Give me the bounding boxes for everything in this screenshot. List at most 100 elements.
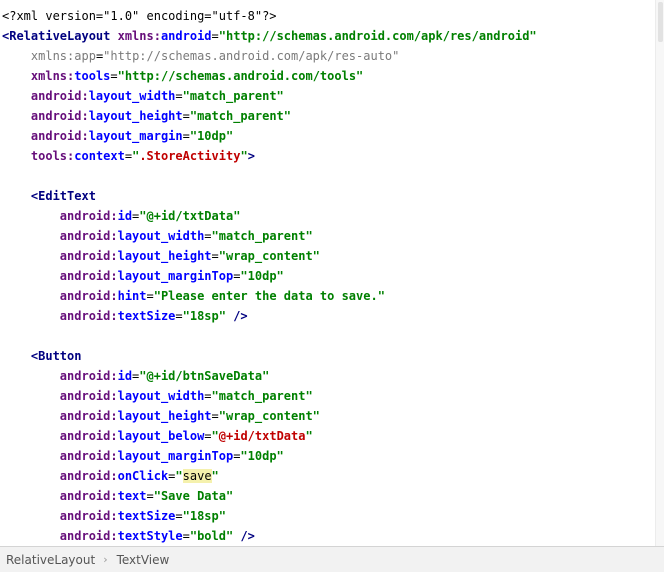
code-line[interactable]: android:textSize="18sp" />: [2, 306, 537, 326]
code-token: =: [124, 149, 133, 163]
code-token: "http://schemas.android.com/tools": [117, 69, 364, 83]
code-token: layout_marginTop: [117, 449, 234, 463]
code-token: ": [305, 429, 313, 443]
code-line[interactable]: android:layout_margin="10dp": [2, 126, 537, 146]
code-token: android:: [59, 489, 118, 503]
code-line[interactable]: android:layout_height="wrap_content": [2, 406, 537, 426]
code-token: ": [175, 469, 183, 483]
code-line[interactable]: android:id="@+id/btnSaveData": [2, 366, 537, 386]
code-token: android:: [59, 369, 118, 383]
code-token: "match_parent": [211, 389, 313, 403]
code-line[interactable]: android:text="Save Data": [2, 486, 537, 506]
code-line[interactable]: tools:context=".StoreActivity">: [2, 146, 537, 166]
code-token: @+id/txtData: [218, 429, 306, 443]
code-token: layout_width: [117, 229, 205, 243]
code-token: =: [182, 109, 190, 123]
code-token: android:: [59, 389, 118, 403]
code-line[interactable]: android:layout_width="match_parent": [2, 86, 537, 106]
code-token: android:: [30, 89, 89, 103]
code-line[interactable]: <RelativeLayout xmlns:android="http://sc…: [2, 26, 537, 46]
code-token: "@+id/btnSaveData": [139, 369, 270, 383]
code-line[interactable]: android:layout_marginTop="10dp": [2, 266, 537, 286]
code-token: =: [146, 489, 154, 503]
code-token: "match_parent": [189, 109, 292, 123]
code-token: =: [175, 309, 183, 323]
code-line[interactable]: android:onClick="save": [2, 466, 537, 486]
code-line[interactable]: android:layout_height="wrap_content": [2, 246, 537, 266]
code-token: context: [74, 149, 125, 163]
code-token: "Please enter the data to save.": [153, 289, 385, 303]
code-token: =: [175, 89, 183, 103]
code-token: xmlns:: [117, 29, 161, 43]
code-token: ": [211, 429, 219, 443]
code-token: =: [211, 249, 219, 263]
code-token: xmlns:app: [30, 49, 96, 63]
code-token: "18sp": [182, 509, 226, 523]
code-line[interactable]: android:layout_width="match_parent": [2, 386, 537, 406]
code-token: =: [211, 409, 219, 423]
code-line[interactable]: android:hint="Please enter the data to s…: [2, 286, 537, 306]
code-line[interactable]: <Button: [2, 346, 537, 366]
vertical-scrollbar[interactable]: [655, 0, 664, 546]
breadcrumb-item-relativelayout[interactable]: RelativeLayout: [6, 553, 95, 567]
code-token: android:: [59, 409, 118, 423]
code-token: android:: [59, 309, 118, 323]
code-line[interactable]: android:layout_marginTop="10dp": [2, 446, 537, 466]
code-token: =: [204, 229, 212, 243]
code-token: id: [117, 369, 133, 383]
code-token: "match_parent": [182, 89, 284, 103]
code-token: hint: [117, 289, 147, 303]
code-line[interactable]: <EditText: [2, 186, 537, 206]
code-token: android:: [59, 449, 118, 463]
code-editor[interactable]: <?xml version="1.0" encoding="utf-8"?> <R…: [0, 0, 655, 546]
breadcrumb-item-textview[interactable]: TextView: [117, 553, 170, 567]
code-token: android:: [59, 509, 118, 523]
code-line[interactable]: android:layout_width="match_parent": [2, 226, 537, 246]
code-token: onClick: [117, 469, 169, 483]
code-token: layout_height: [88, 109, 183, 123]
code-line[interactable]: xmlns:app="http://schemas.android.com/ap…: [2, 46, 537, 66]
code-token: layout_margin: [88, 129, 183, 143]
code-token: textSize: [117, 309, 176, 323]
code-token: ": [240, 149, 248, 163]
code-token: <Button: [30, 349, 82, 363]
code-line[interactable]: android:id="@+id/txtData": [2, 206, 537, 226]
code-token: =: [204, 429, 212, 443]
code-line[interactable]: [2, 326, 537, 346]
code-token: layout_height: [117, 409, 212, 423]
code-line[interactable]: android:textSize="18sp": [2, 506, 537, 526]
code-token: android:: [59, 269, 118, 283]
code-token: "http://schemas.android.com/apk/res-auto…: [103, 49, 400, 63]
code-line[interactable]: xmlns:tools="http://schemas.android.com/…: [2, 66, 537, 86]
code-token: =: [110, 69, 118, 83]
code-token: layout_width: [88, 89, 176, 103]
breadcrumb: RelativeLayout › TextView: [0, 546, 664, 572]
code-line[interactable]: android:textStyle="bold" />: [2, 526, 537, 546]
code-line[interactable]: <?xml version="1.0" encoding="utf-8"?>: [2, 6, 537, 26]
code-token: android:: [59, 529, 118, 543]
code-token: android:: [59, 429, 118, 443]
code-line[interactable]: android:layout_below="@+id/txtData": [2, 426, 537, 446]
scrollbar-thumb[interactable]: [658, 2, 663, 42]
code-token: layout_below: [117, 429, 205, 443]
code-token: />: [233, 529, 255, 543]
code-line[interactable]: [2, 166, 537, 186]
code-token: android:: [30, 109, 89, 123]
code-token: "10dp": [240, 269, 284, 283]
code-token: android: [160, 29, 212, 43]
code-area[interactable]: <?xml version="1.0" encoding="utf-8"?> <R…: [2, 6, 537, 546]
code-line[interactable]: android:layout_height="match_parent": [2, 106, 537, 126]
code-token: "Save Data": [153, 489, 234, 503]
code-token: =: [146, 289, 154, 303]
